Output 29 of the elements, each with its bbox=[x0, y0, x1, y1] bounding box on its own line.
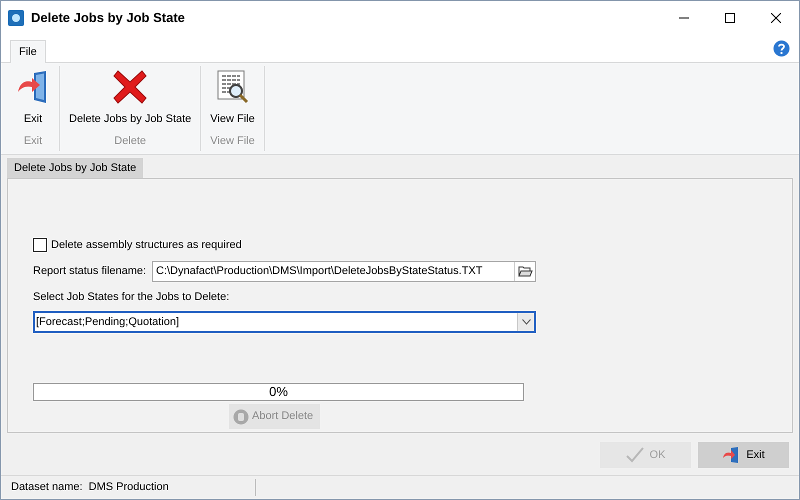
folder-icon bbox=[518, 265, 532, 277]
checkbox-label: Delete assembly structures as required bbox=[51, 238, 242, 253]
progress-reading: 0% bbox=[269, 383, 288, 402]
field-label: Report status filename: bbox=[33, 264, 148, 279]
ribbon-button[interactable]: Delete Jobs by Job State bbox=[63, 66, 198, 128]
window-title: Delete Jobs by Job State bbox=[31, 8, 185, 27]
browse-button[interactable] bbox=[514, 262, 535, 280]
group-caption: Delete bbox=[114, 134, 146, 149]
group-caption: Exit bbox=[24, 134, 42, 149]
help-icon[interactable] bbox=[773, 40, 790, 57]
status-text: Dataset name: DMS Production bbox=[1, 479, 256, 496]
group-caption: View File bbox=[210, 134, 255, 149]
maximize-icon bbox=[725, 12, 735, 22]
page-tab[interactable]: Delete Jobs by Job State bbox=[7, 158, 144, 178]
exit-button[interactable]: Exit bbox=[698, 442, 789, 468]
chevron-down-icon bbox=[522, 319, 530, 325]
check-icon bbox=[626, 447, 644, 463]
app-logo-icon bbox=[8, 10, 24, 26]
ribbon-button[interactable]: Exit bbox=[10, 66, 56, 128]
exit-door-icon bbox=[722, 447, 740, 463]
close-icon bbox=[771, 12, 781, 22]
x-mark-icon bbox=[112, 69, 148, 105]
ribbon-button[interactable]: View File bbox=[204, 66, 261, 128]
document-magnifier-icon bbox=[216, 70, 249, 104]
job-states-dropdown[interactable]: [Forecast;Pending;Quotation] bbox=[33, 311, 536, 333]
checkbox[interactable] bbox=[33, 238, 47, 252]
filename-field[interactable]: C:\Dynafact\Production\DMS\Import\DeleteJobsByStateStatus.TXT bbox=[152, 260, 536, 282]
field-label: Select Job States for the Jobs to Delete: bbox=[33, 290, 230, 304]
ribbon-tab[interactable]: File bbox=[10, 40, 46, 63]
